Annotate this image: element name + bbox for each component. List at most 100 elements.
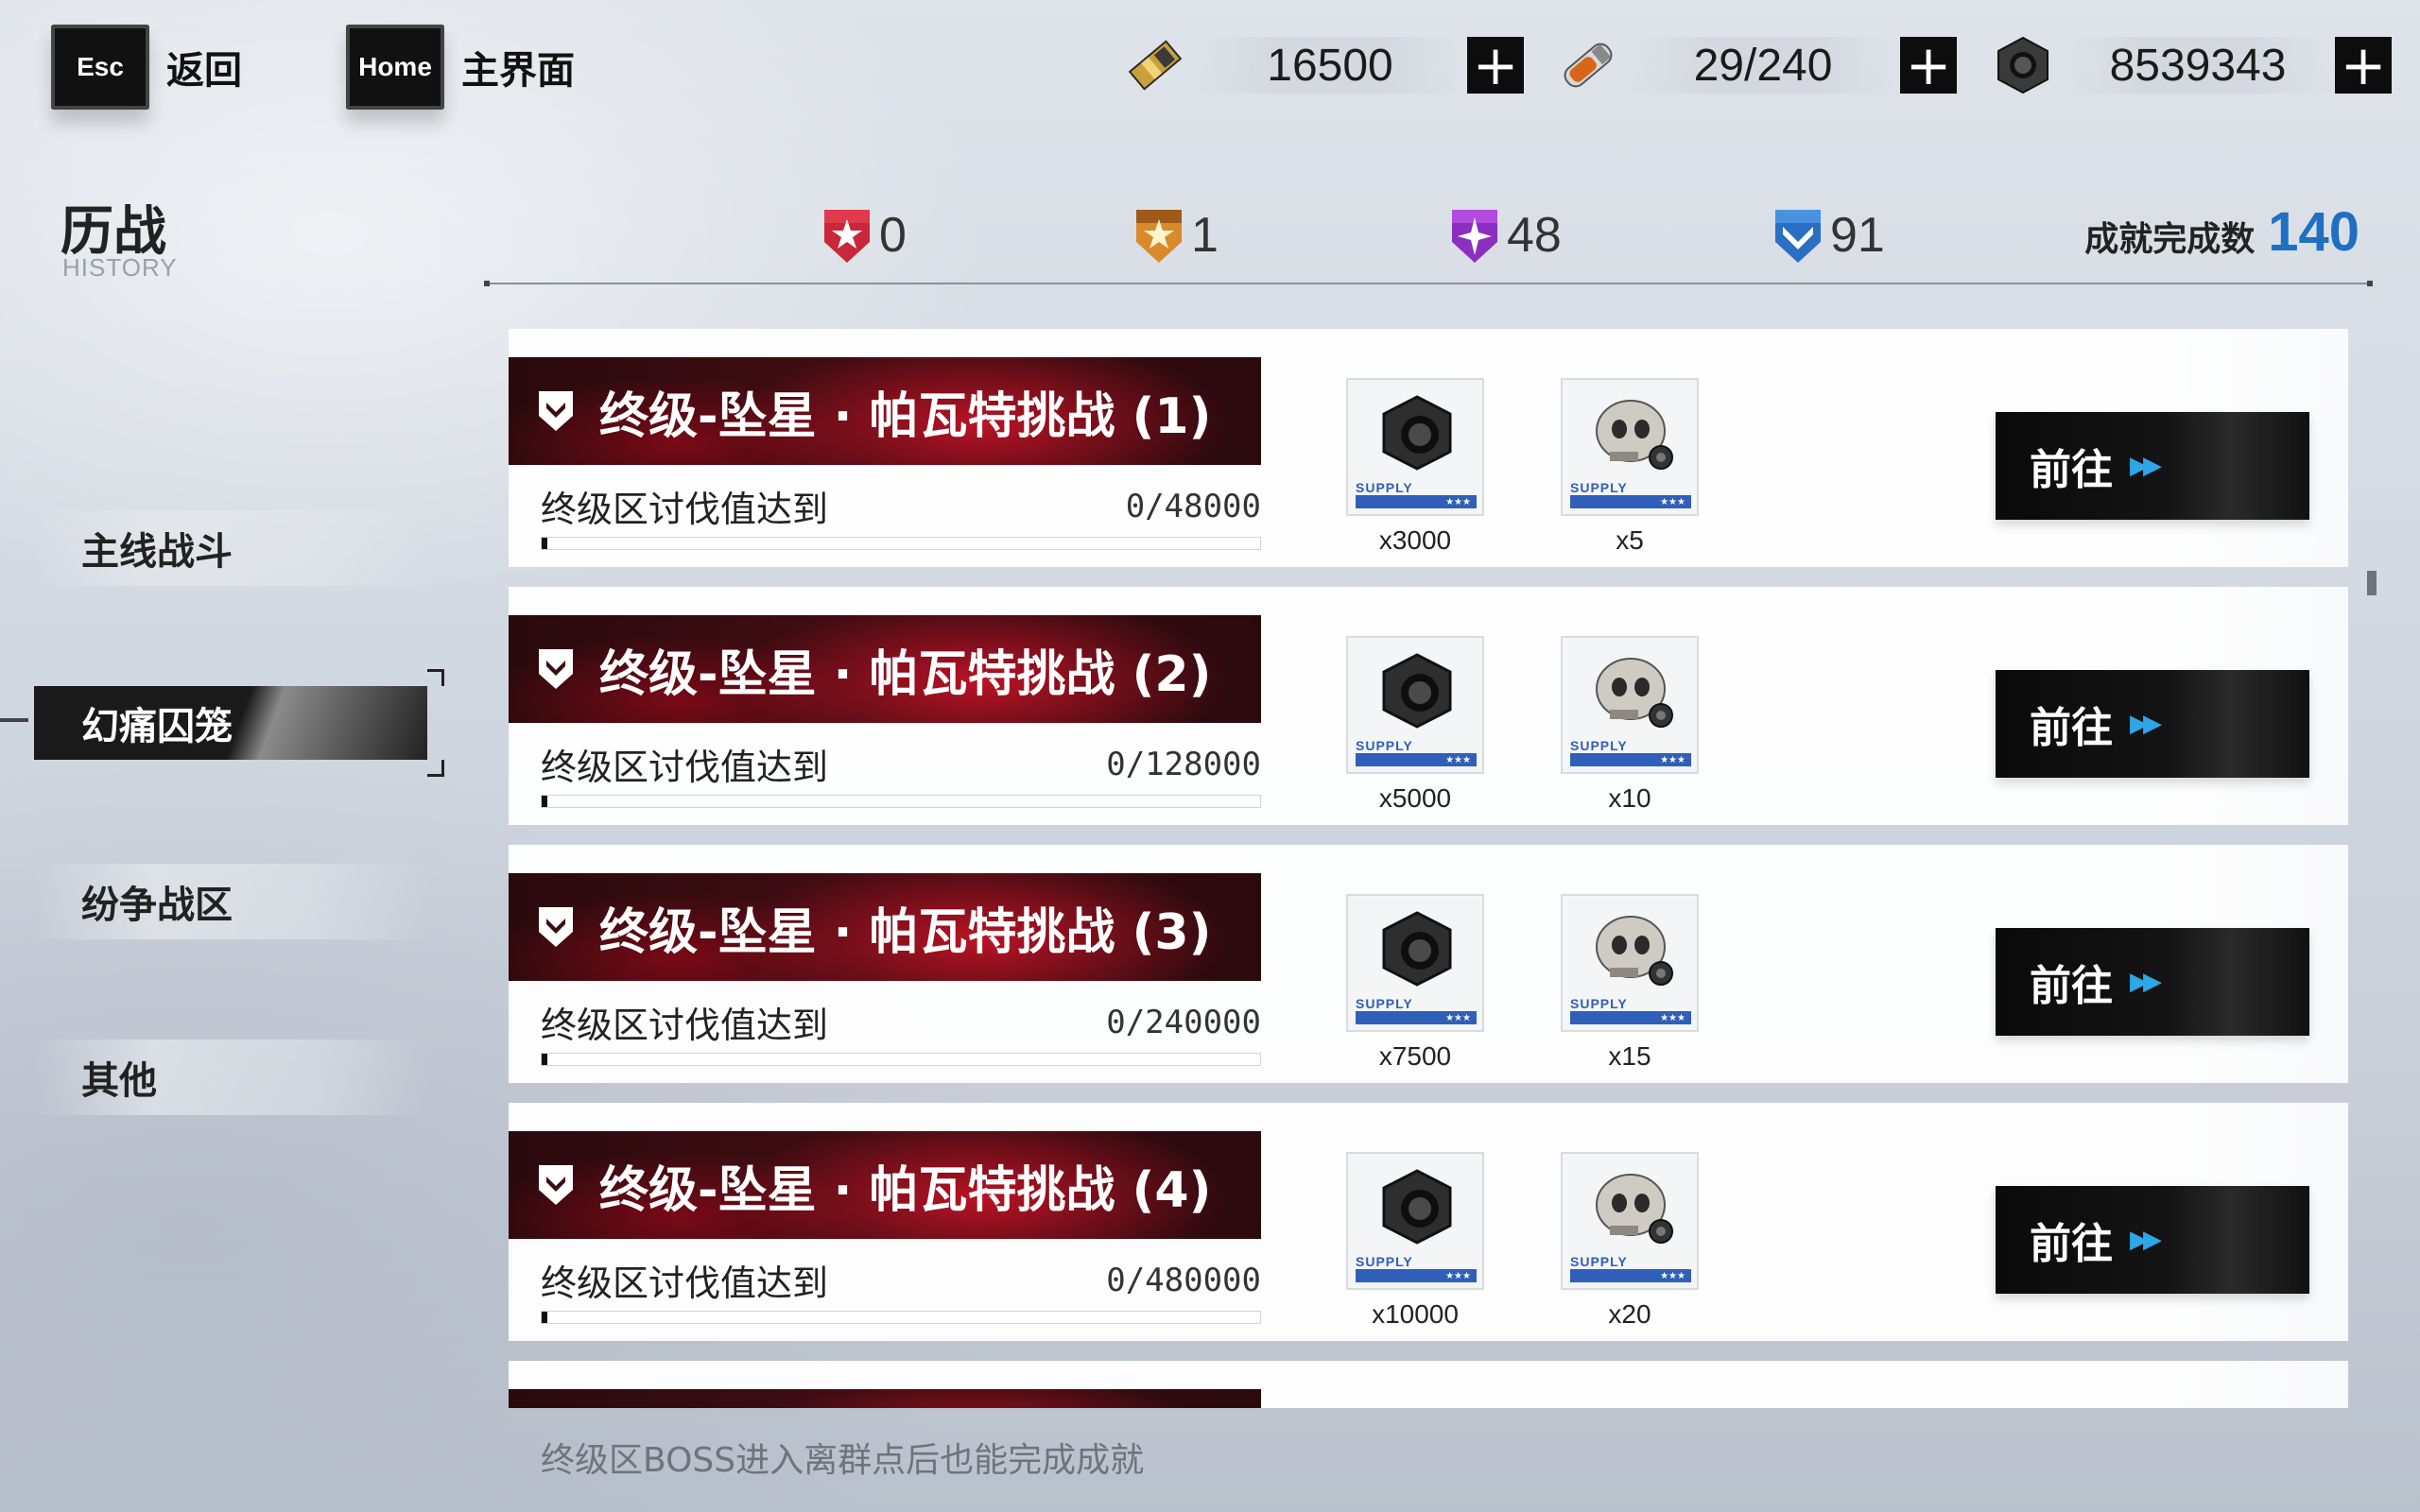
progress-fill — [542, 1054, 547, 1065]
supply-tag: SUPPLY — [1356, 480, 1413, 495]
supply-tag: SUPPLY — [1356, 738, 1413, 753]
card-title-banner: 终级-坠星 · 帕瓦特挑战 (3) — [509, 873, 1261, 981]
medal-red-count: 0 — [879, 208, 907, 263]
card-title: 终级-坠星 · 帕瓦特挑战 (4) — [599, 1161, 1212, 1219]
go-button-label: 前往 — [2030, 446, 2113, 494]
card-title: 终级-坠星 · 帕瓦特挑战 (1) — [599, 387, 1212, 445]
supply-tag: SUPPLY — [1570, 1254, 1628, 1269]
list-scrollbar[interactable] — [2367, 571, 2377, 595]
gold-ticket-icon — [1117, 28, 1193, 102]
sidebar-item-other[interactable]: 其他 — [34, 1040, 431, 1115]
header-divider — [484, 281, 2373, 286]
resource-nuts: 8539343 + — [1985, 28, 2392, 102]
sidebar-item-phantom-pain-cage[interactable]: 幻痛囚笼 — [34, 686, 427, 760]
supply-bar: ★★★ — [1570, 753, 1691, 766]
reward-nut-qty: x7500 — [1378, 1041, 1452, 1071]
nuts-value: 8539343 — [2061, 37, 2335, 94]
go-button[interactable]: 前往 ▶▶ — [1996, 412, 2309, 520]
sidebar-item-label: 纷争战区 — [81, 884, 233, 927]
purple-medal-icon — [1452, 210, 1497, 263]
supply-bar: ★★★ — [1356, 1011, 1477, 1024]
card-title-banner: 终级-坠星 · 帕瓦特挑战 (4) — [509, 1131, 1261, 1239]
list-item: 终级-坠星 · 帕瓦特挑战 (3) 终级区讨伐值达到 0/240000 SUPP… — [509, 845, 2348, 1083]
go-button[interactable]: 前往 ▶▶ — [1996, 670, 2309, 778]
sidebar-active-marker — [0, 718, 28, 722]
list-item: 终级-坠星 · 帕瓦特挑战 (4) 终级区讨伐值达到 0/480000 SUPP… — [509, 1103, 2348, 1341]
gold-medal-icon — [1136, 210, 1182, 263]
home-label[interactable]: 主界面 — [461, 40, 575, 94]
skull-part-icon — [1596, 1174, 1673, 1244]
go-button-label: 前往 — [2030, 962, 2113, 1010]
gold-value: 16500 — [1193, 37, 1467, 94]
card-title-banner: 终级-坠星 · 帕瓦特挑战 (2) — [509, 615, 1261, 723]
card-description: 终级区讨伐值达到 — [541, 489, 829, 530]
red-medal-icon — [824, 210, 870, 263]
resource-gold: 16500 + — [1117, 28, 1524, 102]
hex-nut-icon — [1985, 28, 2061, 102]
card-progress-text: 0/240000 — [1106, 1004, 1261, 1041]
list-item: 终级-坠星 · 帕瓦特挑战 (1) 终级区讨伐值达到 0/48000 SUPPL… — [509, 329, 2348, 567]
reward-skull-qty: x15 — [1608, 1041, 1651, 1071]
reward-nut[interactable]: SUPPLY ★★★ — [1346, 378, 1484, 516]
add-gold-button[interactable]: + — [1467, 37, 1524, 94]
card-progress-text: 0/480000 — [1106, 1262, 1261, 1299]
skull-part-icon — [1596, 658, 1673, 728]
reward-nut-qty: x10000 — [1372, 1299, 1459, 1329]
medal-blue: 91 — [1770, 202, 1885, 268]
shield-chevron-icon — [539, 907, 573, 947]
card-title-banner — [509, 1389, 1261, 1408]
medal-purple-count: 48 — [1507, 208, 1562, 263]
reward-skull[interactable]: SUPPLY ★★★ — [1561, 378, 1699, 516]
reward-skull[interactable]: SUPPLY ★★★ — [1561, 894, 1699, 1032]
sidebar-item-label: 幻痛囚笼 — [81, 705, 233, 748]
resource-energy: 29/240 + — [1550, 28, 1957, 102]
supply-bar: ★★★ — [1570, 1269, 1691, 1282]
page-subtitle: HISTORY — [62, 253, 178, 282]
list-item-partial — [509, 1361, 2348, 1408]
sidebar-item-main-battle[interactable]: 主线战斗 — [34, 510, 431, 586]
blue-medal-icon — [1775, 210, 1821, 263]
hex-nut-icon — [1382, 1169, 1452, 1245]
home-button[interactable]: Home — [346, 25, 444, 110]
reward-nut[interactable]: SUPPLY ★★★ — [1346, 1152, 1484, 1290]
reward-nut[interactable]: SUPPLY ★★★ — [1346, 636, 1484, 774]
sidebar-item-warzone[interactable]: 纷争战区 — [34, 864, 431, 939]
reward-skull-qty: x20 — [1608, 1299, 1651, 1329]
supply-stars: ★★★ — [1660, 1270, 1685, 1281]
add-energy-button[interactable]: + — [1900, 37, 1957, 94]
reward-nut[interactable]: SUPPLY ★★★ — [1346, 894, 1484, 1032]
card-title-banner: 终级-坠星 · 帕瓦特挑战 (1) — [509, 357, 1261, 465]
progress-fill — [542, 1312, 547, 1323]
hex-nut-icon — [1382, 395, 1452, 471]
fast-forward-icon: ▶▶ — [2130, 1226, 2162, 1254]
add-nuts-button[interactable]: + — [2335, 37, 2392, 94]
supply-tag: SUPPLY — [1570, 738, 1628, 753]
supply-stars: ★★★ — [1445, 1012, 1471, 1023]
reward-nut-qty: x3000 — [1378, 525, 1452, 555]
go-button[interactable]: 前往 ▶▶ — [1996, 1186, 2309, 1294]
esc-back-button[interactable]: Esc — [51, 25, 149, 110]
go-button[interactable]: 前往 ▶▶ — [1996, 928, 2309, 1036]
fast-forward-icon: ▶▶ — [2130, 710, 2162, 738]
progress-bar — [541, 795, 1261, 808]
card-description: 终级区讨伐值达到 — [541, 1005, 829, 1046]
reward-nut-qty: x5000 — [1378, 783, 1452, 813]
achievement-count: 140 — [2268, 201, 2360, 263]
achievement-list[interactable]: 终级-坠星 · 帕瓦特挑战 (1) 终级区讨伐值达到 0/48000 SUPPL… — [509, 329, 2348, 1408]
reward-skull[interactable]: SUPPLY ★★★ — [1561, 636, 1699, 774]
skull-part-icon — [1596, 400, 1673, 470]
back-label[interactable]: 返回 — [166, 40, 242, 94]
fast-forward-icon: ▶▶ — [2130, 968, 2162, 996]
shield-chevron-icon — [539, 649, 573, 689]
progress-fill — [542, 796, 547, 807]
medal-gold-count: 1 — [1191, 208, 1219, 263]
supply-bar: ★★★ — [1356, 495, 1477, 508]
medal-gold: 1 — [1131, 202, 1219, 268]
card-progress-text: 0/48000 — [1125, 488, 1261, 525]
go-button-label: 前往 — [2030, 704, 2113, 752]
supply-stars: ★★★ — [1660, 1012, 1685, 1023]
sidebar-item-label: 其他 — [81, 1059, 157, 1103]
medal-purple: 48 — [1446, 202, 1562, 268]
reward-skull[interactable]: SUPPLY ★★★ — [1561, 1152, 1699, 1290]
card-title: 终级-坠星 · 帕瓦特挑战 (2) — [599, 645, 1212, 703]
